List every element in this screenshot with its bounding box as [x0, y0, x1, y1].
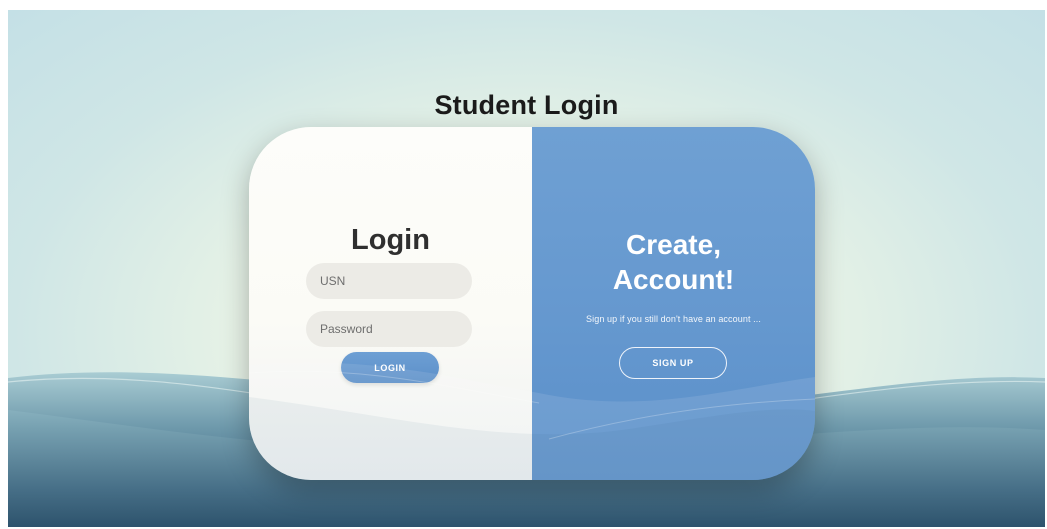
- login-button[interactable]: LOGIN: [341, 352, 439, 383]
- login-card: Login LOGIN Create, Account! Sign up if …: [249, 127, 815, 480]
- usn-input[interactable]: [306, 263, 472, 299]
- password-input[interactable]: [306, 311, 472, 347]
- page-title: Student Login: [434, 90, 619, 120]
- signup-button[interactable]: SIGN UP: [619, 347, 727, 379]
- create-heading-line1: Create,: [626, 229, 721, 260]
- create-heading-line2: Account!: [612, 264, 735, 295]
- background-frame: Student Login Login LOGIN Create, Accoun…: [8, 10, 1045, 527]
- create-account-heading: Create, Account!: [532, 227, 815, 297]
- signup-panel: Create, Account! Sign up if you still do…: [532, 127, 815, 480]
- login-panel: Login LOGIN: [249, 127, 532, 480]
- login-heading: Login: [351, 224, 430, 256]
- signup-subtitle: Sign up if you still don't have an accou…: [586, 314, 761, 324]
